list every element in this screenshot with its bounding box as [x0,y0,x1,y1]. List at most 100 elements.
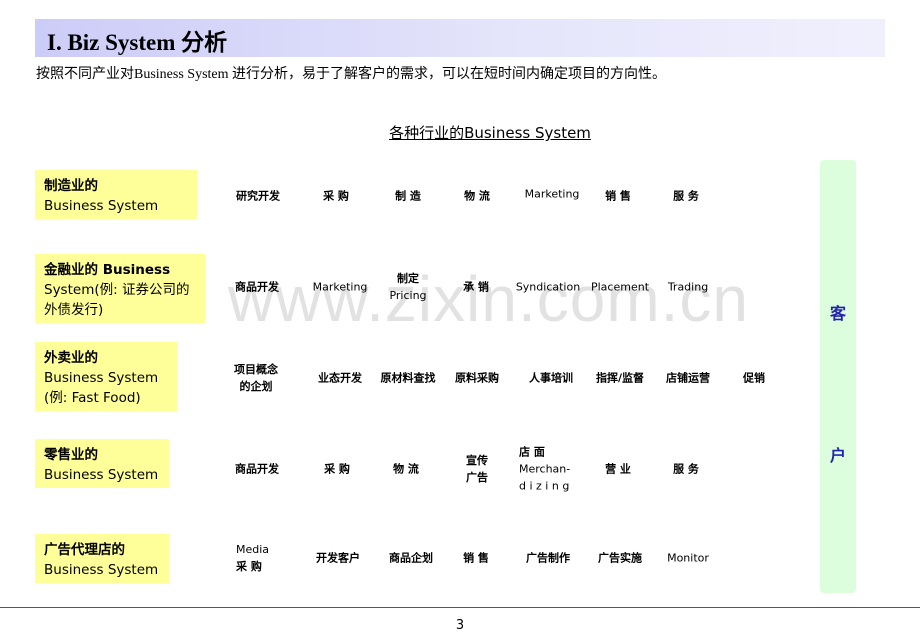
value-chain-step: Syndication [516,279,580,296]
industry-label-line: System(例: 证券公司的 [44,282,190,298]
value-chain-step: 物 流 [464,188,490,205]
value-chain-step: Media 采 购 [236,541,269,575]
value-chain-step-text: 指挥/监督 [595,371,645,385]
value-chain-step-text: 广告实施 [598,551,642,565]
industry-label-line: (例: Fast Food) [44,390,141,406]
value-chain-step-text: 商品企划 [389,551,433,565]
industry-label: 广告代理店的 Business System [35,534,169,583]
value-chain-step: 原材料查找 [381,370,436,387]
value-chain-step-text: Syndication [515,280,581,294]
value-chain-step: 制定 Pricing [389,270,426,304]
value-chain-step-text: 服 务 [673,189,699,203]
industry-label-line: 外债发行) [44,302,104,318]
value-chain-step: 业态开发 [318,370,362,387]
value-chain-step: 促销 [743,370,765,387]
value-chain-step: 宣传 广告 [466,452,488,486]
page-number: 3 [455,618,465,633]
value-chain-step-text: 承 销 [463,280,489,294]
value-chain-step-text: Marketing [524,187,580,201]
value-chain-step-text: Merchan- [519,462,571,476]
value-chain-step-text: 广告制作 [526,551,570,565]
value-chain-step-text: 销 售 [463,551,489,565]
value-chain-step: 项目概念 的企划 [234,361,278,395]
value-chain-step-text: 物 流 [464,189,490,203]
value-chain-step: 指挥/监督 [596,370,644,387]
subtitle: 按照不同产业对Business System 进行分析，易于了解客户的需求，可以… [36,67,667,82]
value-chain-step: Trading [668,279,708,296]
value-chain-step-text: 业态开发 [318,371,362,385]
value-chain-step-text: 商品开发 [235,280,279,294]
value-chain-step: 商品开发 [235,279,279,296]
value-chain-step-text: 促销 [743,371,765,385]
value-chain-step-text: 采 购 [236,560,262,573]
industry-label-line: Business System [44,467,159,483]
industry-label-line: 外卖业的 [44,350,98,366]
customer-bar: 客 户 [820,160,856,593]
value-chain-step-text: 制定 [396,272,419,285]
value-chain-step: 销 售 [605,188,631,205]
value-chain-step: 采 购 [323,188,349,205]
value-chain-step-text: 营 业 [605,462,631,476]
page-title: I. Biz System 分析 [47,30,228,55]
value-chain-step: 开发客户 [316,550,360,567]
value-chain-step-text: 的企划 [239,380,273,393]
value-chain-step: 原料采购 [455,370,499,387]
value-chain-step: 广告制作 [526,550,570,567]
value-chain-step-text: 广告 [466,471,488,484]
value-chain-step-text: 店铺运营 [666,371,710,385]
value-chain-step-text: 店 面 [519,445,545,459]
value-chain-step: 销 售 [463,550,489,567]
value-chain-step-text: 人事培训 [529,371,573,385]
value-chain-step: 服 务 [673,461,699,478]
industry-label-line: Business System [44,562,159,578]
value-chain-step: Monitor [667,550,709,567]
value-chain-step: 服 务 [673,188,699,205]
footer-divider [0,607,920,608]
section-heading: 各种行业的Business System [389,124,591,142]
value-chain-step: Marketing [525,186,580,203]
value-chain-step: 物 流 [393,461,419,478]
industry-label-line: Business System [44,198,159,214]
industry-label-line: 金融业的 Business [44,262,171,278]
value-chain-step: 营 业 [605,461,631,478]
value-chain-step-text: Trading [667,280,709,294]
value-chain-step-text: 采 购 [324,462,350,476]
value-chain-step-text: Pricing [389,289,427,302]
value-chain-step-text: 原料采购 [455,371,499,385]
industry-label-line: 零售业的 [44,447,98,463]
value-chain-step: 广告实施 [598,550,642,567]
value-chain-step-text: Placement [590,280,650,294]
value-chain-step-text: Media [236,543,270,556]
customer-char-1: 客 [829,304,846,323]
customer-char-2: 户 [829,446,846,465]
industry-label-line: 广告代理店的 [44,542,125,558]
value-chain-step: 店 面 Merchan-d i z i n g [519,444,570,495]
value-chain-step-text: 物 流 [393,462,419,476]
value-chain-step: 人事培训 [529,370,573,387]
value-chain-step-text: 服 务 [673,462,699,476]
value-chain-step: Marketing [313,279,368,296]
value-chain-step-text: 制 造 [395,189,421,203]
industry-label: 零售业的 Business System [35,439,169,488]
industry-label: 金融业的 Business System(例: 证券公司的 外债发行) [35,254,205,323]
value-chain-step-text: Monitor [667,551,709,565]
value-chain-step: 商品企划 [389,550,433,567]
value-chain-step: 采 购 [324,461,350,478]
value-chain-step: 商品开发 [235,461,279,478]
industry-label-line: 制造业的 [44,178,98,194]
value-chain-step-text: Marketing [312,280,368,294]
value-chain-step-text: 项目概念 [234,363,278,376]
value-chain-step-text: 原材料查找 [380,371,436,385]
industry-label: 外卖业的 Business System (例: Fast Food) [35,342,177,411]
value-chain-step-text: 采 购 [323,189,349,203]
value-chain-step-text: 商品开发 [235,462,279,476]
value-chain-step-text: 研究开发 [236,189,280,203]
industry-label: 制造业的 Business System [35,170,197,219]
value-chain-step: 制 造 [395,188,421,205]
watermark: www.zixin.com.cn [228,263,749,335]
value-chain-step: 店铺运营 [666,370,710,387]
value-chain-step-text: 宣传 [466,454,488,467]
value-chain-step: 承 销 [463,279,489,296]
value-chain-step-text: 开发客户 [316,551,360,565]
title-bar: I. Biz System 分析 [35,19,885,57]
